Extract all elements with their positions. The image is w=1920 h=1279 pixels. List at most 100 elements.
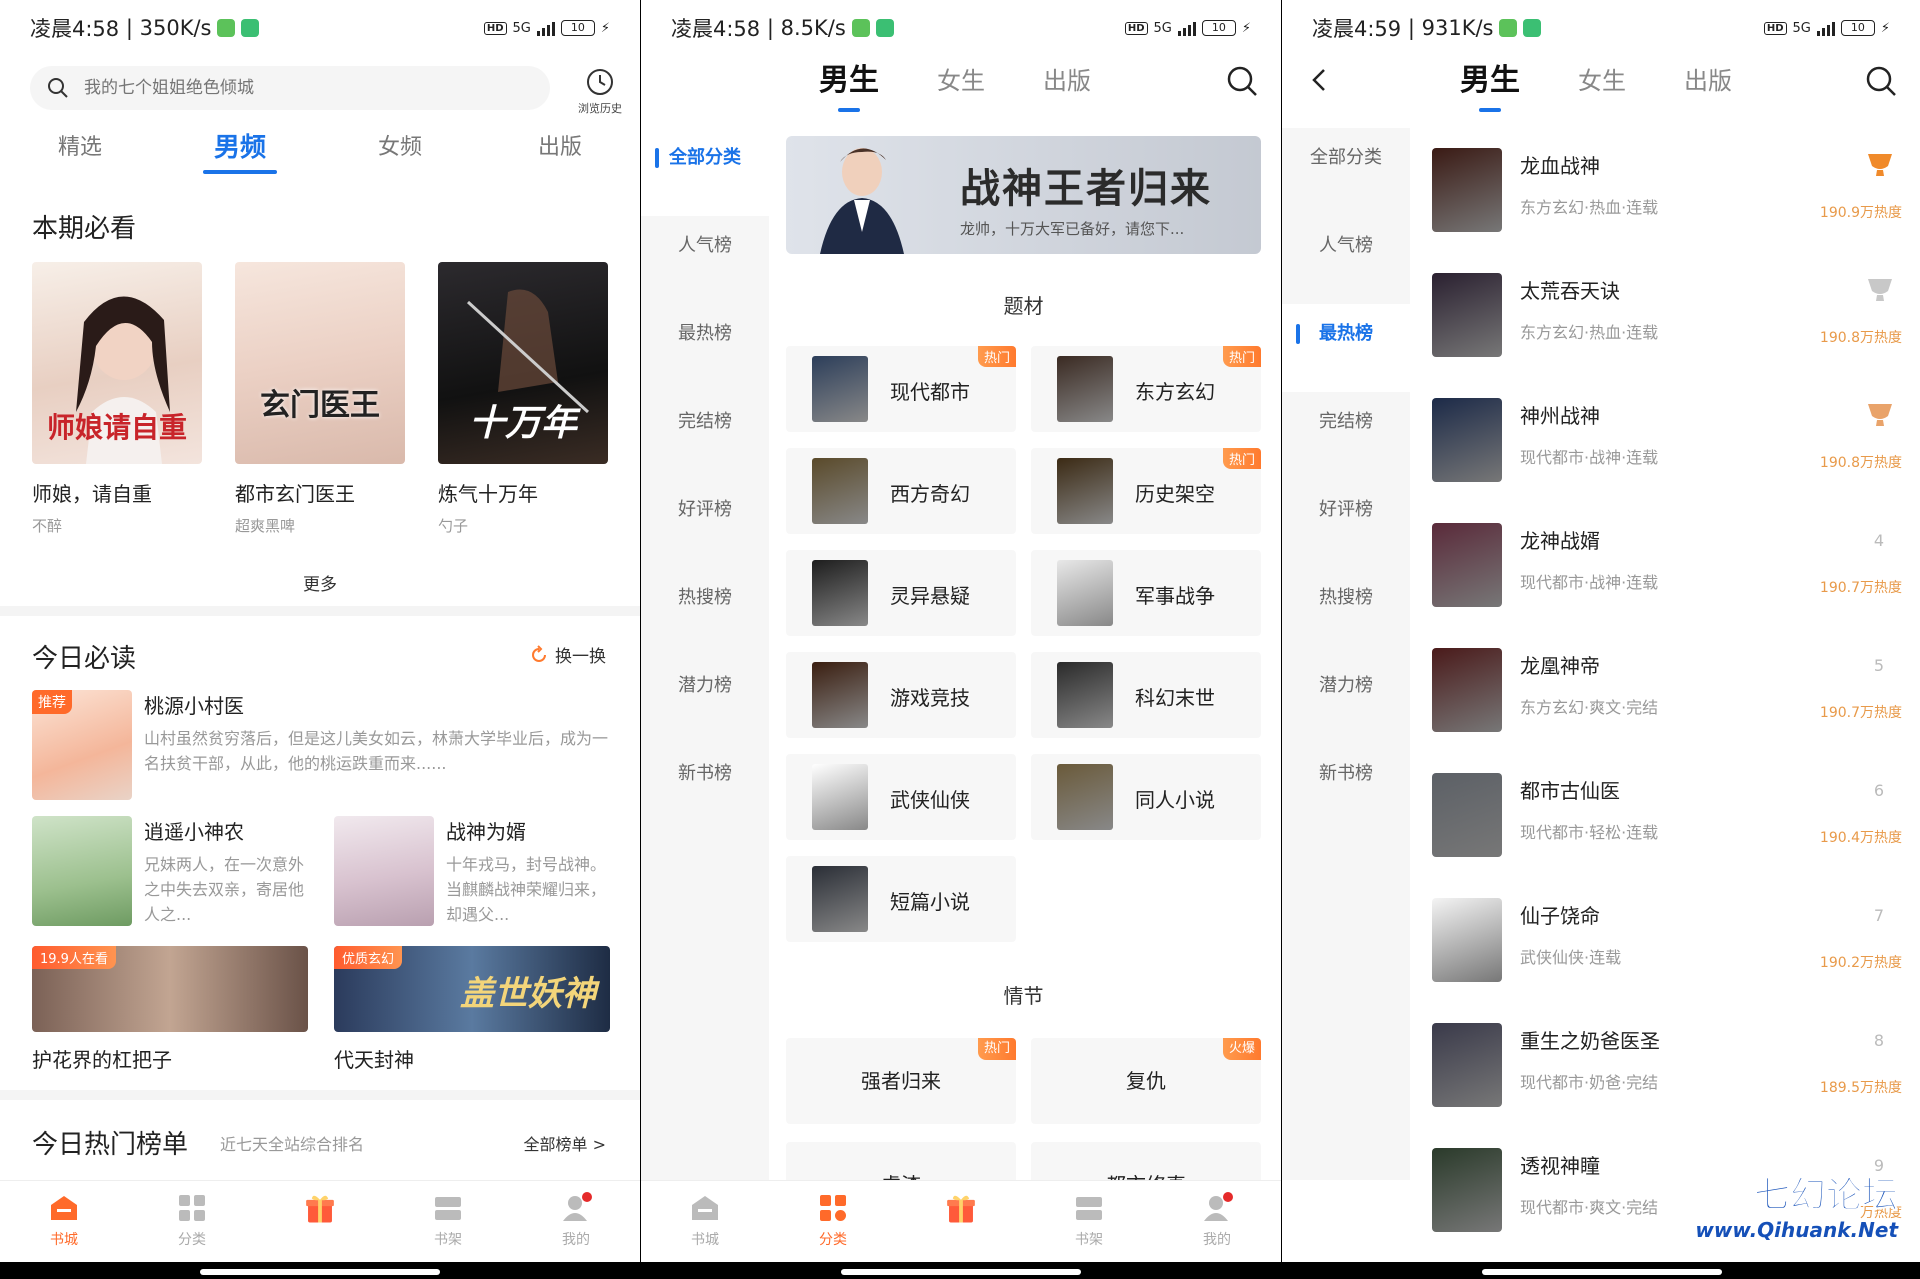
gender-tabs: 男生 女生 出版 <box>819 58 1091 112</box>
section-title-must-see: 本期必看 <box>32 214 137 244</box>
book-title: 龙神战婿 <box>1520 529 1600 553</box>
genre-item[interactable]: 灵异悬疑 <box>786 550 1016 636</box>
genre-item[interactable]: 游戏竞技 <box>786 652 1016 738</box>
genre-item[interactable]: 历史架空 热门 <box>1031 448 1261 534</box>
ranking-item[interactable]: 龙凰神帝 东方玄幻·爽文·完结 5 190.7万热度 <box>1432 648 1902 748</box>
genre-item[interactable]: 科幻末世 <box>1031 652 1261 738</box>
tab-female[interactable]: 女生 <box>1578 58 1626 112</box>
search-bar[interactable] <box>30 66 550 110</box>
nav-category[interactable]: 分类 <box>128 1181 256 1262</box>
status-bar: 凌晨4:58 | 8.5K/s HD 5G 10 ⚡ <box>641 0 1281 56</box>
home-indicator[interactable] <box>1482 1269 1722 1275</box>
book-item[interactable]: 19.9人在看 护花界的杠把子 <box>32 946 308 1073</box>
ranking-item[interactable]: 太荒吞天诀 东方玄幻·热血·连载 190.8万热度 <box>1432 273 1902 373</box>
plot-item[interactable]: 复仇 火爆 <box>1031 1038 1261 1124</box>
genre-label: 历史架空 <box>1135 482 1215 506</box>
ranking-item[interactable]: 龙神战婿 现代都市·战神·连载 4 190.7万热度 <box>1432 523 1902 623</box>
book-author: 勺子 <box>438 517 469 535</box>
search-input[interactable] <box>84 78 504 98</box>
genre-item[interactable]: 东方玄幻 热门 <box>1031 346 1261 432</box>
genre-item[interactable]: 短篇小说 <box>786 856 1016 942</box>
nav-category[interactable]: 分类 <box>769 1181 897 1262</box>
book-cover <box>1432 773 1502 857</box>
sidebar-item-hottest[interactable]: 最热榜 <box>641 304 769 392</box>
tab-female[interactable]: 女频 <box>320 128 480 178</box>
genre-label: 东方玄幻 <box>1135 380 1215 404</box>
search-icon[interactable] <box>1225 64 1259 98</box>
book-item[interactable]: 逍遥小神农 兄妹两人，在一次意外之中失去双亲，寄居他人之... <box>32 816 304 926</box>
back-icon[interactable] <box>1306 66 1334 94</box>
search-icon[interactable] <box>1864 64 1898 98</box>
nav-bookshelf[interactable]: 书架 <box>384 1181 512 1262</box>
all-rankings-link[interactable]: 全部榜单 > <box>524 1131 607 1155</box>
sidebar-item-rated[interactable]: 好评榜 <box>641 480 769 568</box>
plot-item[interactable]: 强者归来 热门 <box>786 1038 1016 1124</box>
sidebar-item-popular[interactable]: 人气榜 <box>641 216 769 304</box>
sidebar-item-rated[interactable]: 好评榜 <box>1282 480 1410 568</box>
sidebar-item-finished[interactable]: 完结榜 <box>1282 392 1410 480</box>
book-cover: 玄门医王 <box>235 262 405 464</box>
signal-icon <box>1816 20 1835 36</box>
nav-profile[interactable]: 我的 <box>512 1181 640 1262</box>
status-bar: 凌晨4:58 | 350K/s HD 5G 10 ⚡ <box>0 0 640 56</box>
tab-male[interactable]: 男生 <box>819 58 879 112</box>
book-cover <box>1432 398 1502 482</box>
home-indicator[interactable] <box>841 1269 1081 1275</box>
ranking-item[interactable]: 都市古仙医 现代都市·轻松·连载 6 190.4万热度 <box>1432 773 1902 873</box>
hot-subtitle: 近七天全站综合排名 <box>220 1135 365 1154</box>
genre-item[interactable]: 西方奇幻 <box>786 448 1016 534</box>
sidebar-item-popular[interactable]: 人气榜 <box>1282 216 1410 304</box>
sidebar-item-hottest[interactable]: 最热榜 <box>1282 304 1410 392</box>
ranking-item[interactable]: 仙子饶命 武侠仙侠·连载 7 190.2万热度 <box>1432 898 1902 998</box>
swap-button[interactable]: 换一换 <box>529 642 606 667</box>
genre-cover <box>812 764 868 830</box>
genre-item[interactable]: 同人小说 <box>1031 754 1261 840</box>
more-button[interactable]: 更多 <box>0 570 640 595</box>
ranking-item[interactable]: 重生之奶爸医圣 现代都市·奶爸·完结 8 189.5万热度 <box>1432 1023 1902 1123</box>
recommend-item[interactable]: 推荐 桃源小村医 山村虽然贫穷落后，但是这儿美女如云，林萧大学毕业后，成为一名扶… <box>32 690 608 800</box>
sidebar-item-search[interactable]: 热搜榜 <box>1282 568 1410 656</box>
book-item[interactable]: 优质玄幻 盖世妖神 代天封神 <box>334 946 610 1073</box>
book-title: 仙子饶命 <box>1520 904 1600 928</box>
nav-gift[interactable] <box>256 1181 384 1262</box>
ranking-item[interactable]: 龙血战神 东方玄幻·热血·连载 190.9万热度 <box>1432 148 1902 248</box>
sidebar-item-finished[interactable]: 完结榜 <box>641 392 769 480</box>
nav-bookstore[interactable]: 书城 <box>0 1181 128 1262</box>
app-icon <box>875 19 894 37</box>
status-time: 凌晨4:59 <box>1312 17 1402 41</box>
home-indicator[interactable] <box>200 1269 440 1275</box>
sidebar-item-all[interactable]: 全部分类 <box>641 128 769 216</box>
nav-gift[interactable] <box>897 1181 1025 1262</box>
ranking-item[interactable]: 神州战神 现代都市·战神·连载 190.8万热度 <box>1432 398 1902 498</box>
tab-male[interactable]: 男生 <box>1460 58 1520 112</box>
tab-publish[interactable]: 出版 <box>1684 58 1732 112</box>
sidebar-item-new[interactable]: 新书榜 <box>641 744 769 832</box>
heat-value: 190.7万热度 <box>1819 580 1902 596</box>
genre-cover <box>1057 356 1113 422</box>
tab-featured[interactable]: 精选 <box>0 128 160 178</box>
nav-profile[interactable]: 我的 <box>1153 1181 1281 1262</box>
book-card[interactable]: 玄门医王 都市玄门医王 超爽黑啤 <box>235 262 405 536</box>
nav-label: 书城 <box>50 1232 78 1248</box>
genre-item[interactable]: 现代都市 热门 <box>786 346 1016 432</box>
tab-publish[interactable]: 出版 <box>480 128 640 178</box>
sidebar-item-all[interactable]: 全部分类 <box>1282 128 1410 216</box>
sidebar-item-new[interactable]: 新书榜 <box>1282 744 1410 832</box>
tab-male[interactable]: 男频 <box>160 128 320 178</box>
nav-bookstore[interactable]: 书城 <box>641 1181 769 1262</box>
nav-bookshelf[interactable]: 书架 <box>1025 1181 1153 1262</box>
charging-icon: ⚡ <box>1241 20 1251 36</box>
book-card[interactable]: 十万年 炼气十万年 勺子 <box>438 262 608 536</box>
sidebar-item-potential[interactable]: 潜力榜 <box>1282 656 1410 744</box>
sidebar-item-search[interactable]: 热搜榜 <box>641 568 769 656</box>
promo-banner[interactable]: 战神王者归来 龙帅，十万大军已备好，请您下... <box>786 136 1261 254</box>
book-card[interactable]: 师娘请自重 师娘，请自重 不醉 <box>32 262 202 536</box>
sidebar-item-potential[interactable]: 潜力榜 <box>641 656 769 744</box>
book-item[interactable]: 战神为婿 十年戎马，封号战神。当麒麟战神荣耀归来，却遇父... <box>334 816 606 926</box>
genre-item[interactable]: 武侠仙侠 <box>786 754 1016 840</box>
tab-publish[interactable]: 出版 <box>1043 58 1091 112</box>
section-divider <box>0 1090 640 1100</box>
history-button[interactable]: 浏览历史 <box>570 66 630 116</box>
tab-female[interactable]: 女生 <box>937 58 985 112</box>
genre-item[interactable]: 军事战争 <box>1031 550 1261 636</box>
